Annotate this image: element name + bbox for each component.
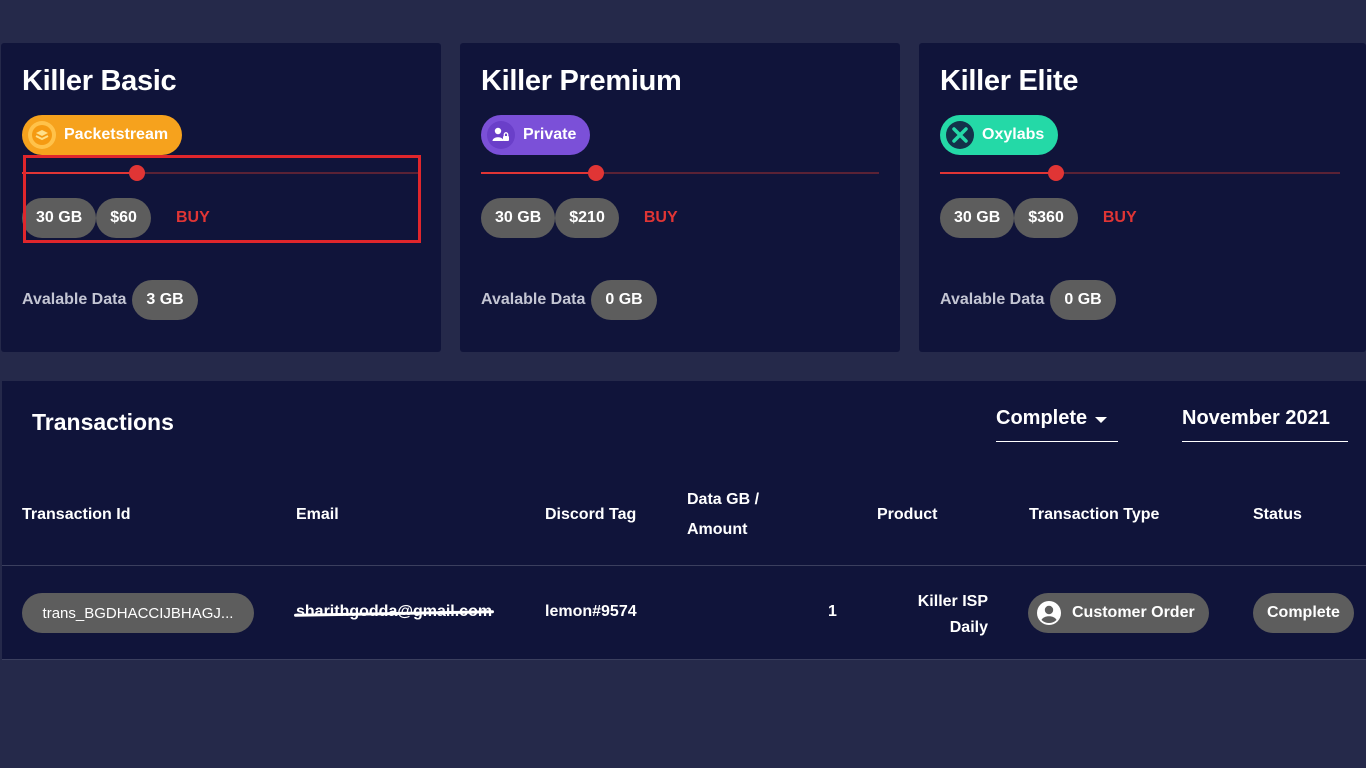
data-amount-pill: 30 GB [481, 198, 556, 238]
status-pill: Complete [1253, 593, 1354, 633]
oxylabs-icon [946, 121, 974, 149]
buy-button[interactable]: BUY [644, 209, 678, 227]
data-amount-cell: 1 [828, 603, 837, 620]
available-data-label: Avalable Data [481, 291, 586, 308]
status-filter-dropdown[interactable]: Complete [996, 407, 1118, 442]
slider-thumb[interactable] [588, 165, 605, 181]
table-header-divider [2, 565, 1366, 566]
data-amount-pill: 30 GB [22, 198, 97, 238]
column-header-transaction-id: Transaction Id [22, 506, 131, 523]
private-user-lock-icon [487, 121, 515, 149]
column-header-product: Product [877, 506, 938, 523]
product-line2: Daily [949, 619, 988, 636]
transaction-id-pill[interactable]: trans_BGDHACCIJBHAGJ... [22, 593, 254, 633]
transactions-title: Transactions [32, 409, 174, 435]
column-header-data-amount: Data GB / Amount [687, 485, 759, 545]
provider-badge: Oxylabs [940, 115, 1059, 155]
price-pill: $210 [555, 198, 619, 238]
available-data-pill: 0 GB [1050, 280, 1116, 320]
available-data-label: Avalable Data [940, 291, 1045, 308]
available-data-label: Avalable Data [22, 291, 127, 308]
buy-button[interactable]: BUY [176, 209, 210, 227]
email-cell: sharithgodda@gmail.com [293, 603, 495, 621]
transaction-type-text: Customer Order [1072, 604, 1195, 621]
price-pill: $60 [96, 198, 151, 238]
transactions-panel: Transactions Complete November 2021 Tran… [2, 381, 1366, 660]
status-filter-value: Complete [996, 407, 1088, 429]
slider-thumb[interactable] [129, 165, 146, 181]
provider-name: Private [523, 126, 577, 143]
column-header-data-amount-line1: Data GB / [687, 491, 760, 508]
plan-card-premium: Killer Premium Private 30 GB $210 BUY Av… [460, 43, 900, 352]
data-amount-slider[interactable] [940, 165, 1340, 181]
product-cell: Killer ISP Daily [882, 589, 988, 641]
user-circle-icon [1036, 600, 1062, 626]
plan-title: Killer Elite [940, 65, 1079, 97]
slider-thumb[interactable] [1048, 165, 1064, 181]
provider-name: Packetstream [64, 126, 169, 143]
column-header-discord-tag: Discord Tag [545, 506, 637, 523]
price-pill: $360 [1014, 198, 1078, 238]
month-filter-input[interactable]: November 2021 [1182, 407, 1348, 442]
discord-tag-cell: lemon#9574 [545, 603, 637, 620]
transaction-type-pill: Customer Order [1028, 593, 1209, 633]
available-data-pill: 3 GB [132, 280, 198, 320]
data-amount-slider[interactable] [22, 165, 420, 181]
plan-card-basic: Killer Basic Packetstream 30 GB $60 BUY … [1, 43, 441, 352]
plan-title: Killer Premium [481, 65, 682, 97]
column-header-transaction-type: Transaction Type [1029, 506, 1160, 523]
plan-card-elite: Killer Elite Oxylabs 30 GB $360 BUY Aval… [919, 43, 1366, 352]
packetstream-icon [28, 121, 56, 149]
data-amount-pill: 30 GB [940, 198, 1015, 238]
data-amount-slider[interactable] [481, 165, 879, 181]
provider-name: Oxylabs [982, 126, 1045, 143]
product-line1: Killer ISP [917, 593, 988, 610]
plan-title: Killer Basic [22, 65, 177, 97]
caret-down-icon [1095, 417, 1108, 423]
available-data-pill: 0 GB [591, 280, 657, 320]
column-header-email: Email [296, 506, 339, 523]
table-bottom-divider [2, 659, 1366, 660]
column-header-data-amount-line2: Amount [687, 521, 748, 538]
buy-button[interactable]: BUY [1103, 209, 1137, 227]
provider-badge: Private [481, 115, 591, 155]
provider-badge: Packetstream [22, 115, 183, 155]
column-header-status: Status [1253, 506, 1302, 523]
